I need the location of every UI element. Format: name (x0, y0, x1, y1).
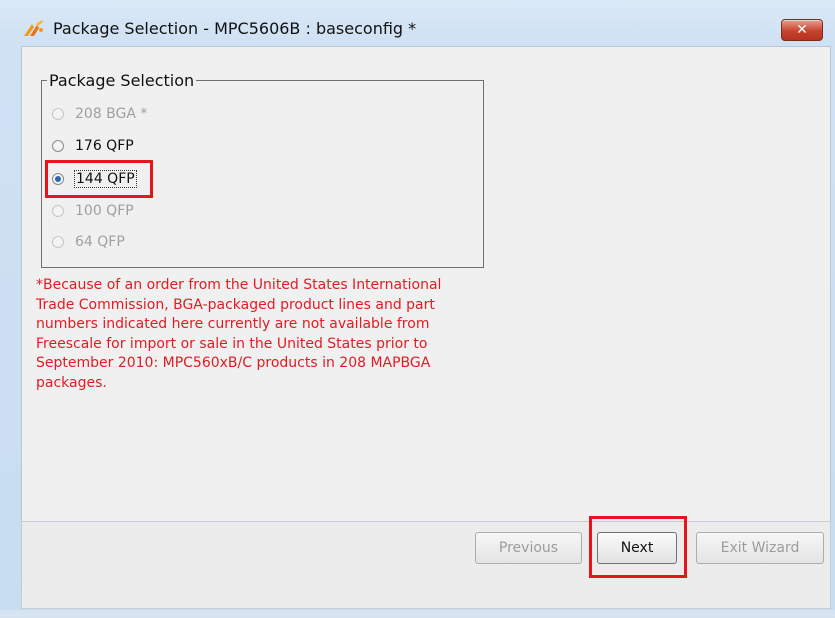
previous-button[interactable]: Previous (475, 532, 582, 564)
exit-wizard-button[interactable]: Exit Wizard (696, 532, 824, 564)
option-label: 64 QFP (75, 234, 125, 250)
option-208-bga: 208 BGA * (52, 104, 147, 124)
option-176-qfp[interactable]: 176 QFP (52, 136, 134, 156)
window-bottom-border (0, 610, 835, 618)
radio-icon (52, 236, 64, 248)
close-icon: ✕ (796, 22, 808, 38)
option-label: 100 QFP (75, 203, 134, 219)
radio-icon[interactable] (52, 140, 64, 152)
close-button[interactable]: ✕ (781, 19, 823, 41)
package-selection-window: Package Selection - MPC5606B : baseconfi… (0, 0, 835, 618)
option-64-qfp: 64 QFP (52, 232, 125, 252)
radio-icon (52, 108, 64, 120)
bga-notice-text: *Because of an order from the United Sta… (36, 277, 442, 391)
group-legend: Package Selection (47, 71, 197, 90)
highlight-box-next (589, 516, 687, 578)
option-label[interactable]: 176 QFP (75, 138, 134, 154)
highlight-box-144-qfp (45, 160, 153, 198)
title-bar[interactable]: Package Selection - MPC5606B : baseconfi… (0, 0, 835, 46)
option-label: 208 BGA * (75, 106, 148, 122)
app-icon (22, 18, 46, 38)
window-title: Package Selection - MPC5606B : baseconfi… (53, 19, 417, 38)
radio-icon (52, 205, 64, 217)
option-100-qfp: 100 QFP (52, 201, 134, 221)
